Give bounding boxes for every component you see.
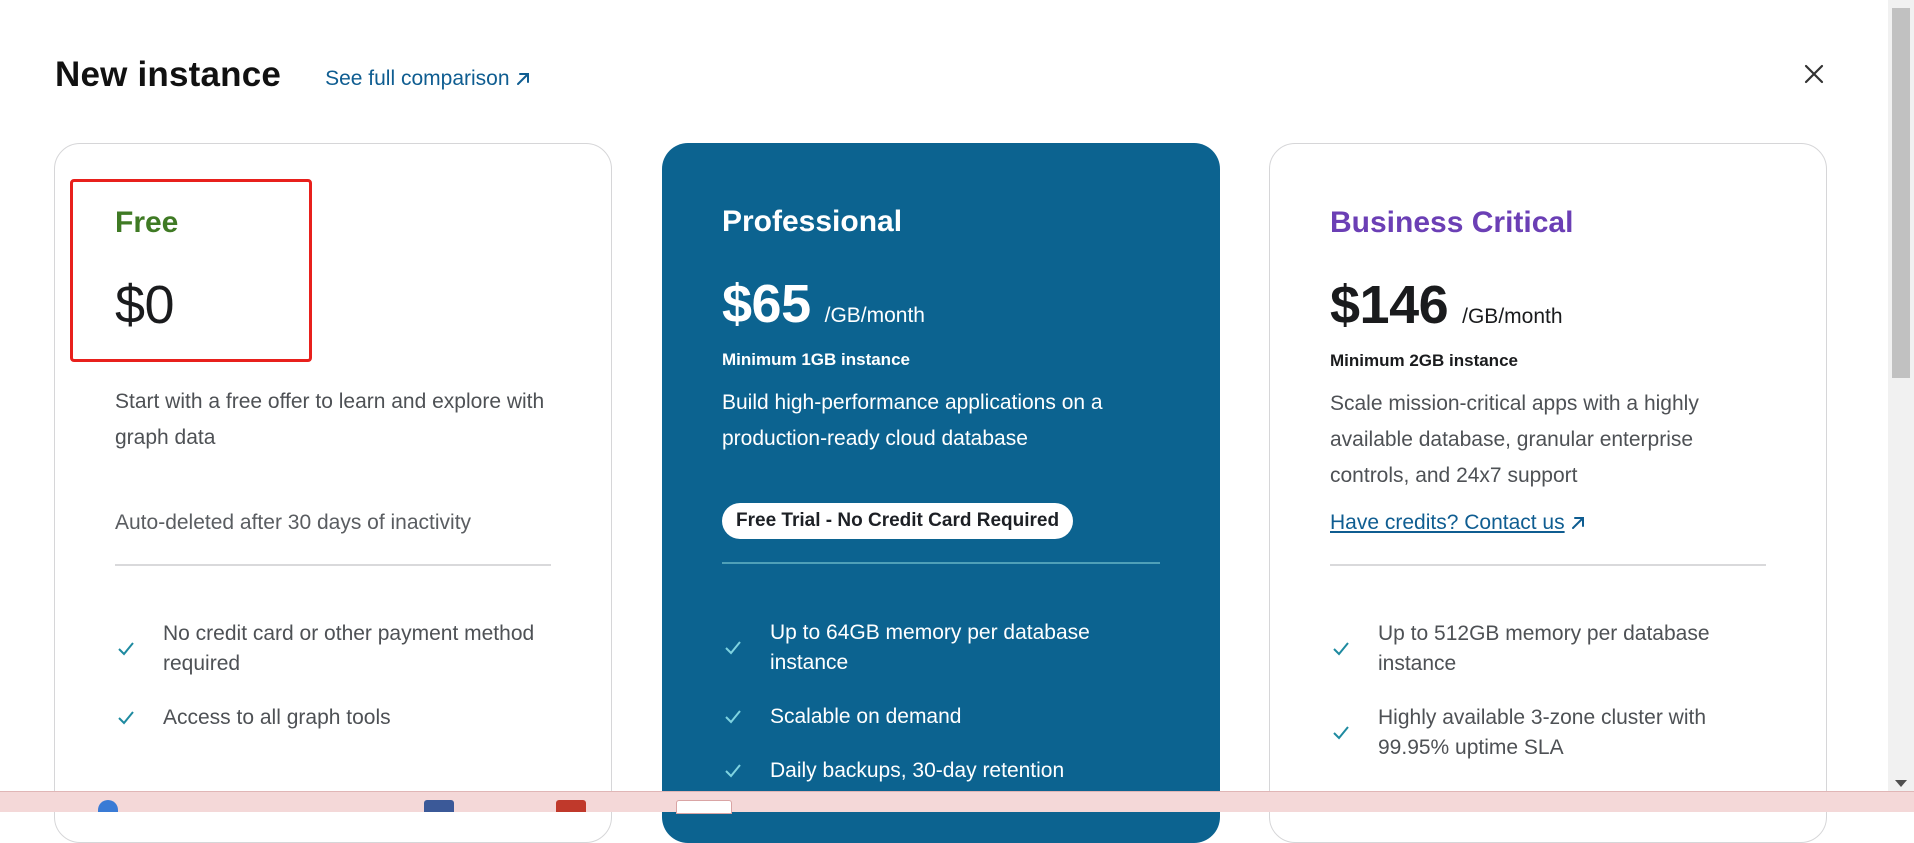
feature-item: Up to 512GB memory per database instance bbox=[1330, 619, 1766, 679]
plan-name: Free bbox=[115, 206, 179, 239]
scroll-down-arrow-icon[interactable] bbox=[1895, 780, 1907, 787]
feature-label: Up to 64GB memory per database instance bbox=[770, 621, 1090, 674]
close-icon[interactable] bbox=[1800, 60, 1828, 88]
plan-price: $0 bbox=[115, 275, 175, 335]
check-icon bbox=[725, 710, 741, 724]
contact-us-link[interactable]: Have credits? Contact us bbox=[1330, 511, 1586, 535]
plan-card-free[interactable]: Free $0 Start with a free offer to learn… bbox=[54, 143, 612, 843]
minimum-instance: Minimum 1GB instance bbox=[722, 350, 910, 369]
price-row: $65 /GB/month bbox=[722, 273, 925, 335]
feature-item: Daily backups, 30-day retention bbox=[722, 756, 1160, 786]
minimum-instance: Minimum 2GB instance bbox=[1330, 351, 1518, 370]
taskbar bbox=[0, 791, 1914, 814]
check-icon bbox=[118, 642, 134, 656]
plan-price: $146 bbox=[1330, 275, 1449, 335]
plan-name: Professional bbox=[722, 205, 903, 238]
feature-item: Highly available 3-zone cluster with 99.… bbox=[1330, 703, 1766, 763]
price-unit: /GB/month bbox=[1462, 305, 1563, 328]
vertical-scrollbar[interactable] bbox=[1888, 0, 1914, 791]
see-full-comparison-link[interactable]: See full comparison bbox=[325, 67, 530, 91]
divider bbox=[1330, 564, 1766, 566]
plan-name: Business Critical bbox=[1330, 206, 1574, 239]
plan-note: Auto-deleted after 30 days of inactivity bbox=[115, 511, 472, 534]
feature-label: Highly available 3-zone cluster with 99.… bbox=[1378, 706, 1706, 759]
page-title: New instance bbox=[55, 55, 282, 94]
feature-list: Up to 64GB memory per database instance … bbox=[722, 618, 1160, 810]
price-row: $0 bbox=[115, 274, 175, 336]
check-icon bbox=[1333, 726, 1349, 740]
plan-card-professional[interactable]: Professional $65 /GB/month Minimum 1GB i… bbox=[662, 143, 1220, 843]
feature-label: Scalable on demand bbox=[770, 705, 962, 728]
price-unit: /GB/month bbox=[824, 304, 925, 327]
contact-link-label: Have credits? Contact us bbox=[1330, 511, 1565, 534]
free-trial-badge: Free Trial - No Credit Card Required bbox=[722, 503, 1074, 539]
feature-label: Up to 512GB memory per database instance bbox=[1378, 622, 1710, 675]
feature-label: No credit card or other payment method r… bbox=[163, 622, 535, 675]
plan-description: Build high-performance applications on a… bbox=[722, 391, 1103, 450]
feature-list: Up to 512GB memory per database instance… bbox=[1330, 619, 1766, 787]
divider bbox=[722, 562, 1160, 564]
price-row: $146 /GB/month bbox=[1330, 274, 1563, 336]
check-icon bbox=[1333, 642, 1349, 656]
taskbar-app-icon[interactable] bbox=[556, 800, 586, 812]
check-icon bbox=[725, 641, 741, 655]
check-icon bbox=[118, 711, 134, 725]
scrollbar-thumb[interactable] bbox=[1892, 8, 1910, 378]
divider bbox=[115, 564, 551, 566]
feature-label: Daily backups, 30-day retention bbox=[770, 759, 1065, 782]
external-link-arrow-icon bbox=[1571, 517, 1584, 529]
taskbar-app-icon[interactable] bbox=[676, 800, 732, 814]
feature-label: Access to all graph tools bbox=[163, 706, 391, 729]
compare-link-label: See full comparison bbox=[325, 67, 510, 90]
feature-item: Scalable on demand bbox=[722, 702, 1160, 732]
plan-description: Start with a free offer to learn and exp… bbox=[115, 390, 545, 449]
plan-description: Scale mission-critical apps with a highl… bbox=[1330, 392, 1699, 487]
feature-item: No credit card or other payment method r… bbox=[115, 619, 551, 679]
external-link-arrow-icon bbox=[516, 73, 529, 85]
plan-card-business-critical[interactable]: Business Critical $146 /GB/month Minimum… bbox=[1269, 143, 1827, 843]
feature-item: Access to all graph tools bbox=[115, 703, 551, 733]
check-icon bbox=[725, 764, 741, 778]
taskbar-app-icon[interactable] bbox=[424, 800, 454, 812]
feature-list: No credit card or other payment method r… bbox=[115, 619, 551, 757]
dialog-header: New instance See full comparison bbox=[55, 50, 531, 100]
taskbar-app-icon[interactable] bbox=[98, 800, 118, 812]
feature-item: Up to 64GB memory per database instance bbox=[722, 618, 1160, 678]
plan-price: $65 bbox=[722, 274, 811, 334]
